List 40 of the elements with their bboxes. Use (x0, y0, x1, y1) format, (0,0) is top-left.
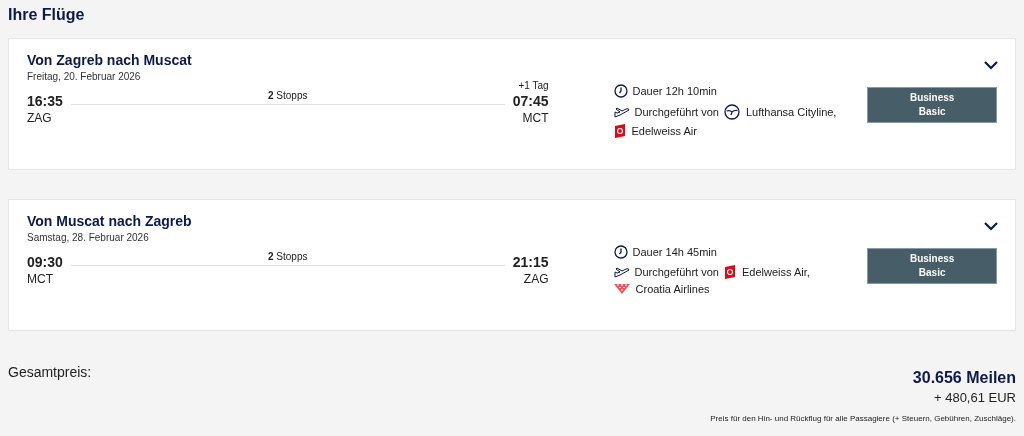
airline-name: Edelweiss Air, (741, 266, 810, 278)
arrival-airport: MCT (522, 111, 549, 125)
operated-by-label: Durchgeführt von (634, 106, 719, 118)
chevron-icon[interactable] (984, 222, 998, 231)
departure-airport: MCT (27, 272, 54, 286)
flower-logo-icon (613, 124, 626, 138)
price-note: Preis für den Hin- und Rückflug für alle Passagiere (+ Steuern, Gebühren, Zuschläge). (710, 414, 1016, 423)
clock-icon (613, 84, 628, 98)
flight-date: Samstag, 28. Februar 2026 (27, 232, 150, 243)
flight-date: Freitag, 20. Februar 2026 (27, 71, 142, 82)
stops-count: 2 Stopps (268, 251, 308, 262)
arrival-time: 21:15 (512, 254, 549, 270)
cash-price: + 480,61 EUR (933, 390, 1016, 405)
crane-logo-icon (723, 104, 740, 120)
flight-duration: Dauer 14h 45min (632, 246, 717, 258)
route-title: Von Muscat nach Zagreb (27, 213, 192, 229)
fare-button[interactable]: Business Basic (867, 248, 997, 284)
operated-by-label: Durchgeführt von (634, 266, 719, 278)
departure-time: 16:35 (27, 93, 63, 109)
day-offset: +1 Tag (518, 80, 549, 91)
route-title: Von Zagreb nach Muscat (27, 52, 192, 68)
chevron-icon[interactable] (984, 61, 998, 70)
airplane-icon (613, 266, 630, 278)
clock-icon (613, 245, 628, 259)
departure-airport: ZAG (27, 111, 53, 125)
arrival-airport: ZAG (523, 272, 549, 286)
flower-logo-icon (723, 265, 736, 279)
fare-button[interactable]: Business Basic (867, 87, 997, 123)
airline-name: Croatia Airlines (635, 283, 710, 295)
checkered-logo-icon (613, 284, 630, 294)
page-heading: Ihre Flüge (8, 6, 85, 24)
airline-name: Edelweiss Air (631, 125, 697, 137)
airplane-icon (613, 106, 630, 118)
airline-name: Lufthansa Cityline, (745, 106, 837, 118)
total-label: Gesamtpreis: (8, 364, 92, 382)
flight-duration: Dauer 12h 10min (632, 85, 717, 97)
arrival-time: 07:45 (512, 93, 549, 109)
miles-price: 30.656 Meilen (912, 369, 1016, 387)
stops-count: 2 Stopps (268, 90, 308, 101)
departure-time: 09:30 (27, 254, 63, 270)
